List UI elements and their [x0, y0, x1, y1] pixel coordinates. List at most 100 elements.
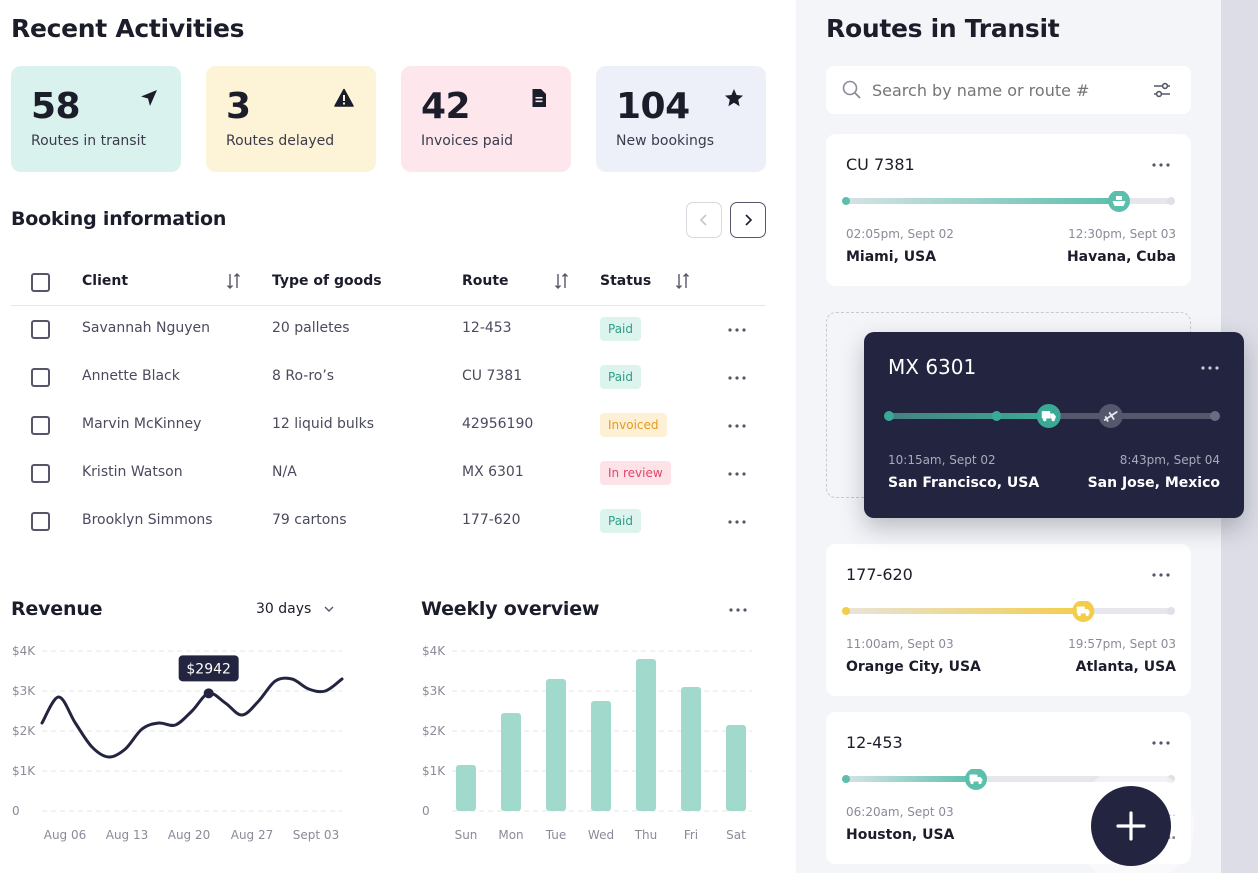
more-options-icon[interactable]	[729, 608, 747, 612]
cell-route: 177-620	[462, 512, 521, 528]
stat-card-routes-delayed[interactable]: 3 Routes delayed	[206, 66, 376, 172]
row-checkbox[interactable]	[31, 464, 50, 483]
origin-city: Orange City, USA	[846, 659, 981, 675]
more-options-icon[interactable]	[1201, 366, 1219, 370]
route-progress-track	[842, 601, 1175, 622]
bar[interactable]	[546, 679, 566, 811]
more-options-icon[interactable]	[728, 424, 746, 428]
departure-time: 10:15am, Sept 02	[888, 453, 996, 467]
y-tick-label: 0	[12, 804, 20, 818]
routes-title: Routes in Transit	[826, 14, 1060, 43]
x-tick-label: Tue	[545, 828, 567, 842]
prev-page-button[interactable]	[686, 202, 722, 238]
period-select[interactable]: 30 days	[256, 601, 334, 617]
destination-city: San Jose, Mexico	[1087, 475, 1220, 491]
search-input[interactable]	[872, 78, 1142, 102]
row-checkbox[interactable]	[31, 368, 50, 387]
stat-label: New bookings	[616, 133, 715, 149]
status-badge: In review	[600, 461, 671, 485]
chevron-left-icon	[699, 214, 707, 226]
filter-sliders-icon[interactable]	[1152, 80, 1172, 100]
track-progress	[846, 608, 1084, 614]
bar[interactable]	[501, 713, 521, 811]
route-card[interactable]: 177-620 11:00am, Sept 03 19:57pm, Sept 03 O…	[826, 544, 1191, 696]
stat-card-invoices-paid[interactable]: 42 Invoices paid	[401, 66, 571, 172]
origin-city: San Francisco, USA	[888, 475, 1040, 491]
origin-dot	[842, 607, 850, 615]
cell-goods: 12 liquid bulks	[272, 416, 375, 432]
cell-client: Annette Black	[82, 368, 180, 384]
cell-route: 12-453	[462, 320, 512, 336]
cell-goods: 79 cartons	[272, 512, 347, 528]
tooltip-value: $2942	[186, 661, 231, 677]
sort-icon[interactable]	[675, 272, 691, 290]
sort-icon[interactable]	[226, 272, 242, 290]
y-tick-label: $3K	[12, 684, 36, 698]
weekly-title: Weekly overview	[421, 598, 600, 620]
x-tick-label: Sun	[455, 828, 478, 842]
y-tick-label: $3K	[422, 684, 446, 698]
stat-card-routes-in-transit[interactable]: 58 Routes in transit	[11, 66, 181, 172]
y-tick-label: $4K	[422, 644, 446, 658]
column-header-client[interactable]: Client	[82, 273, 128, 289]
page-title: Recent Activities	[11, 14, 245, 43]
stat-value: 42	[421, 86, 471, 127]
x-tick-label: Thu	[634, 828, 658, 842]
destination-dot	[1210, 411, 1220, 421]
cell-client: Brooklyn Simmons	[82, 512, 213, 528]
stat-value: 104	[616, 86, 690, 127]
stat-label: Routes delayed	[226, 133, 335, 149]
stop-dot	[991, 411, 1002, 421]
row-checkbox[interactable]	[31, 512, 50, 531]
more-options-icon[interactable]	[1152, 573, 1170, 577]
chevron-down-icon	[324, 606, 334, 612]
arrival-time: 8:43pm, Sept 04	[1119, 453, 1220, 467]
y-tick-label: $1K	[12, 764, 36, 778]
search-icon	[842, 80, 861, 99]
route-card[interactable]: CU 7381 02:05pm, Sept 02 12:30pm, Sept 03 M…	[826, 134, 1191, 286]
sort-icon[interactable]	[554, 272, 570, 290]
y-tick-label: 0	[422, 804, 430, 818]
column-header-status[interactable]: Status	[600, 273, 651, 289]
navigation-arrow-icon	[141, 90, 157, 106]
bar[interactable]	[636, 659, 656, 811]
departure-time: 02:05pm, Sept 02	[846, 227, 954, 241]
add-route-button[interactable]	[1091, 786, 1171, 866]
more-options-icon[interactable]	[728, 376, 746, 380]
origin-city: Houston, USA	[846, 827, 955, 843]
more-options-icon[interactable]	[728, 472, 746, 476]
bar[interactable]	[726, 725, 746, 811]
table-header-divider	[11, 305, 766, 306]
booking-section-title: Booking information	[11, 208, 227, 230]
route-search-box[interactable]	[826, 66, 1191, 114]
bar[interactable]	[591, 701, 611, 811]
select-all-checkbox[interactable]	[31, 273, 50, 292]
status-badge: Paid	[600, 365, 642, 389]
dragged-route-card[interactable]: MX 6301 10:15am, Sept 02 8:43pm, Sept 04 Sa…	[864, 332, 1244, 518]
route-id: 177-620	[846, 565, 913, 584]
warning-triangle-icon	[334, 88, 354, 107]
bar[interactable]	[681, 687, 701, 811]
route-id: CU 7381	[846, 155, 915, 174]
destination-dot	[1167, 197, 1175, 205]
more-options-icon[interactable]	[1152, 163, 1170, 167]
row-checkbox[interactable]	[31, 416, 50, 435]
plane-icon	[1098, 404, 1123, 428]
highlight-point[interactable]	[203, 688, 214, 699]
origin-dot	[842, 197, 850, 205]
more-options-icon[interactable]	[728, 328, 746, 332]
origin-dot	[884, 411, 894, 421]
truck-icon	[1072, 601, 1095, 622]
bar[interactable]	[456, 765, 476, 811]
more-options-icon[interactable]	[1152, 741, 1170, 745]
next-page-button[interactable]	[730, 202, 766, 238]
x-tick-label: Aug 20	[168, 828, 211, 842]
more-options-icon[interactable]	[728, 520, 746, 524]
row-checkbox[interactable]	[31, 320, 50, 339]
stat-card-new-bookings[interactable]: 104 New bookings	[596, 66, 766, 172]
y-tick-label: $2K	[12, 724, 36, 738]
cell-goods: N/A	[272, 464, 297, 480]
recent-activities-panel: Recent Activities 58 Routes in transit 3…	[0, 0, 796, 873]
column-header-route[interactable]: Route	[462, 273, 509, 289]
x-tick-label: Aug 06	[44, 828, 87, 842]
